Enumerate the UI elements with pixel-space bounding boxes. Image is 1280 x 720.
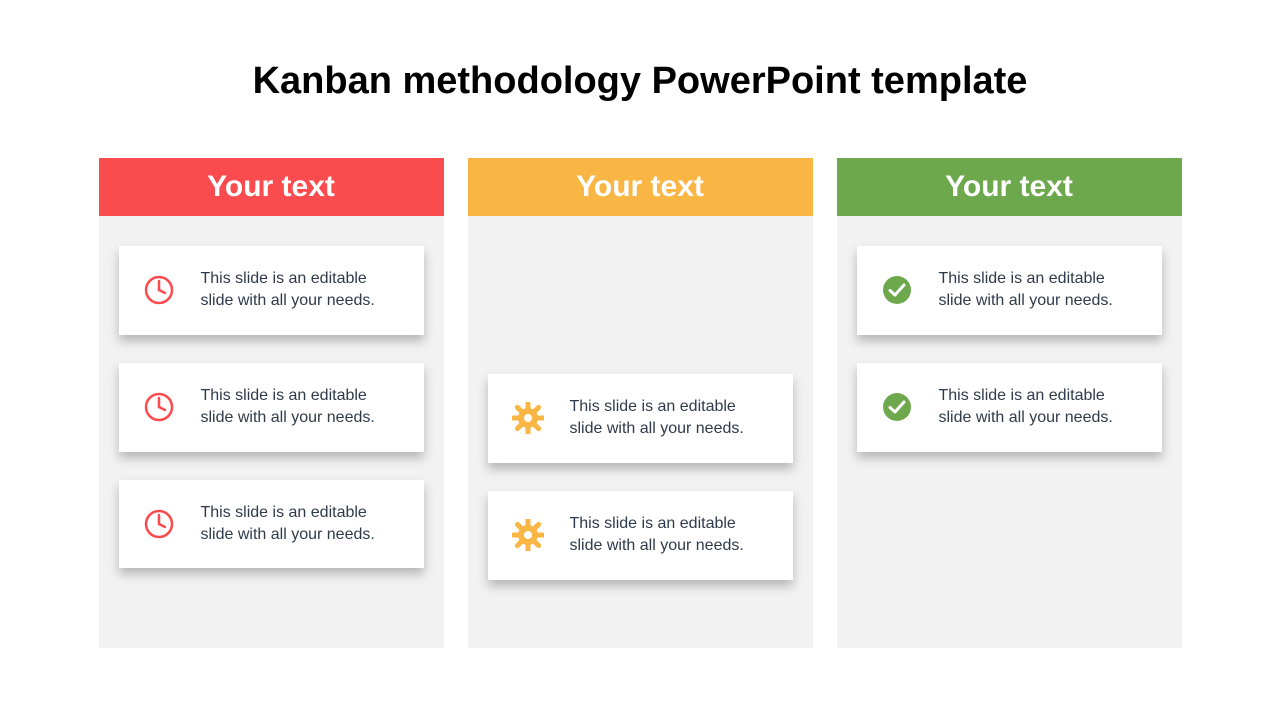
- kanban-columns: Your text This slide is an editable slid…: [90, 158, 1190, 648]
- column-header-label: Your text: [207, 170, 335, 204]
- clock-icon: [139, 508, 179, 540]
- column-body: This slide is an editable slide with all…: [99, 216, 444, 588]
- clock-icon: [139, 274, 179, 306]
- slide-title: Kanban methodology PowerPoint template: [90, 60, 1190, 103]
- kanban-card[interactable]: This slide is an editable slide with all…: [119, 363, 424, 452]
- kanban-card[interactable]: This slide is an editable slide with all…: [857, 363, 1162, 452]
- kanban-card[interactable]: This slide is an editable slide with all…: [119, 480, 424, 569]
- column-header: Your text: [99, 158, 444, 216]
- column-header: Your text: [468, 158, 813, 216]
- kanban-column-doing: Your text This slide is an editable slid…: [468, 158, 813, 648]
- column-body: This slide is an editable slide with all…: [468, 216, 813, 600]
- column-header: Your text: [837, 158, 1182, 216]
- kanban-card[interactable]: This slide is an editable slide with all…: [857, 246, 1162, 335]
- card-text: This slide is an editable slide with all…: [939, 268, 1142, 313]
- card-text: This slide is an editable slide with all…: [201, 502, 404, 547]
- card-text: This slide is an editable slide with all…: [939, 385, 1142, 430]
- check-icon: [877, 391, 917, 423]
- gear-icon: [508, 519, 548, 551]
- kanban-column-done: Your text This slide is an editable slid…: [837, 158, 1182, 648]
- kanban-card[interactable]: This slide is an editable slide with all…: [488, 491, 793, 580]
- gear-icon: [508, 402, 548, 434]
- kanban-card[interactable]: This slide is an editable slide with all…: [119, 246, 424, 335]
- check-icon: [877, 274, 917, 306]
- clock-icon: [139, 391, 179, 423]
- kanban-card[interactable]: This slide is an editable slide with all…: [488, 374, 793, 463]
- column-header-label: Your text: [576, 170, 704, 204]
- slide: Kanban methodology PowerPoint template Y…: [0, 0, 1280, 720]
- kanban-column-todo: Your text This slide is an editable slid…: [99, 158, 444, 648]
- column-spacer: [488, 246, 793, 346]
- column-header-label: Your text: [945, 170, 1073, 204]
- card-text: This slide is an editable slide with all…: [201, 385, 404, 430]
- card-text: This slide is an editable slide with all…: [201, 268, 404, 313]
- card-text: This slide is an editable slide with all…: [570, 396, 773, 441]
- card-text: This slide is an editable slide with all…: [570, 513, 773, 558]
- column-body: This slide is an editable slide with all…: [837, 216, 1182, 472]
